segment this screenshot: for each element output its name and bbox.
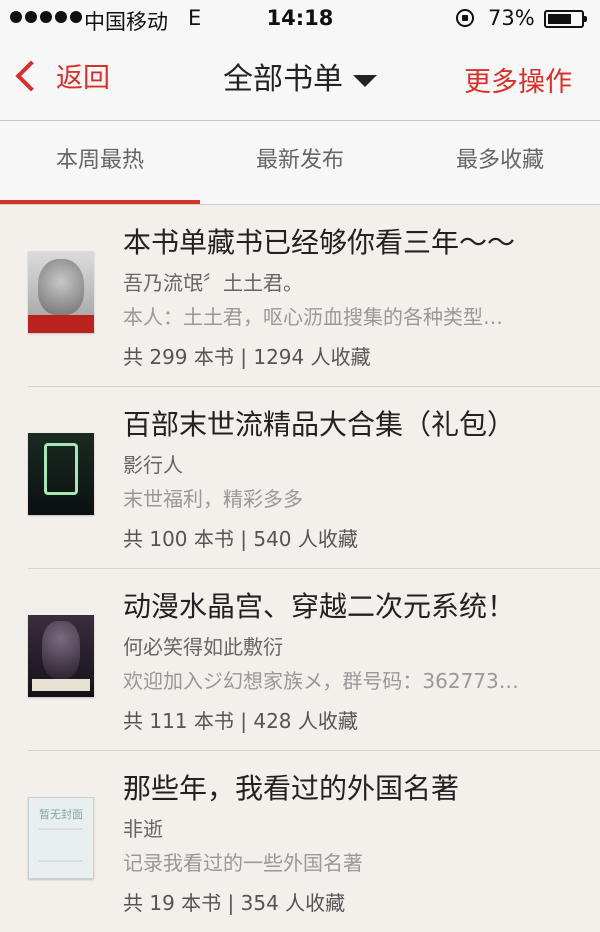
booklist-cover-image [28, 433, 94, 515]
battery-icon [544, 10, 587, 28]
booklist-stats: 共 19 本书 | 354 人收藏 [123, 891, 346, 915]
booklist-stats: 共 299 本书 | 1294 人收藏 [123, 345, 371, 369]
tab-newest[interactable]: 最新发布 [200, 121, 400, 204]
battery-fill [548, 14, 571, 24]
booklist-item[interactable]: 百部末世流精品大合集（礼包） 影行人 末世福利，精彩多多 共 100 本书 | … [28, 387, 600, 569]
booklist-title: 本书单藏书已经够你看三年～～ [123, 226, 516, 259]
booklist-description: 记录我看过的一些外国名著 [123, 851, 363, 875]
booklist-item[interactable]: 动漫水晶宫、穿越二次元系统！ 何必笑得如此敷衍 欢迎加入ジ幻想家族メ，群号码：3… [28, 569, 600, 751]
booklist-description: 末世福利，精彩多多 [123, 487, 303, 511]
booklist-item[interactable]: 本书单藏书已经够你看三年～～ 吾乃流氓〞土土君。 本人：土土君，呕心沥血搜集的各… [28, 205, 600, 387]
tab-most-saved[interactable]: 最多收藏 [400, 121, 600, 204]
booklist-author: 何必笑得如此敷衍 [123, 635, 283, 659]
no-cover-placeholder: 暂无封面 [28, 797, 94, 879]
booklist-cover-image [28, 251, 94, 333]
no-cover-caption: 暂无封面 [39, 808, 83, 821]
booklist-title: 那些年，我看过的外国名著 [123, 772, 460, 805]
caret-down-icon [353, 74, 377, 87]
battery-percentage: 73% [488, 6, 535, 30]
booklist-stats: 共 100 本书 | 540 人收藏 [123, 527, 358, 551]
booklist-author: 非逝 [123, 817, 163, 841]
booklist-item[interactable]: 暂无封面 那些年，我看过的外国名著 非逝 记录我看过的一些外国名著 共 19 本… [28, 751, 600, 932]
booklist-title: 百部末世流精品大合集（礼包） [123, 408, 516, 441]
booklist-list: 本书单藏书已经够你看三年～～ 吾乃流氓〞土土君。 本人：土土君，呕心沥血搜集的各… [0, 205, 600, 932]
booklist-author: 吾乃流氓〞土土君。 [123, 271, 303, 295]
booklist-description: 本人：土土君，呕心沥血搜集的各种类型… [123, 305, 503, 329]
navigation-bar: 返回 全部书单 更多操作 [0, 40, 600, 121]
more-actions-button[interactable]: 更多操作 [464, 60, 572, 99]
booklist-description: 欢迎加入ジ幻想家族メ，群号码：362773… [123, 669, 519, 693]
page-title: 全部书单 [223, 62, 343, 97]
booklist-stats: 共 111 本书 | 428 人收藏 [123, 709, 358, 733]
rotation-lock-icon [456, 9, 474, 27]
status-bar: 中国移动 E 14:18 73% [0, 0, 600, 40]
tab-bar: 本周最热 最新发布 最多收藏 [0, 121, 600, 205]
booklist-cover-image [28, 615, 94, 697]
tab-weekly-hot[interactable]: 本周最热 [0, 121, 200, 204]
booklist-author: 影行人 [123, 453, 183, 477]
booklist-title: 动漫水晶宫、穿越二次元系统！ [123, 590, 516, 623]
